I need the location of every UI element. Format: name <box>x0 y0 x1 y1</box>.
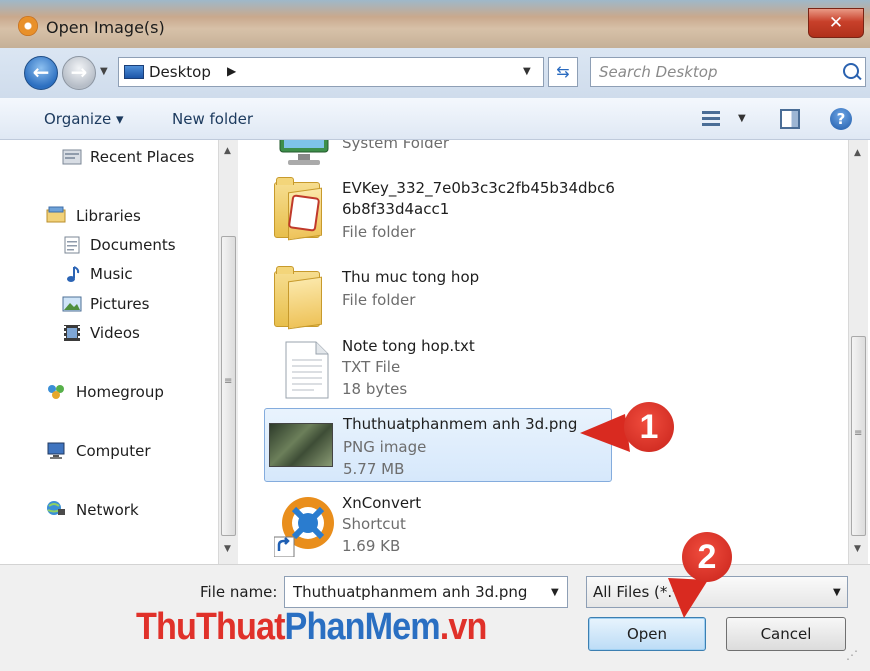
file-type: File folder <box>342 291 416 309</box>
file-list[interactable]: System Folder EVKey_332_7e0b3c3c2fb45b34… <box>260 140 848 564</box>
scroll-grip-icon: ≡ <box>224 376 233 387</box>
text-file-icon <box>284 340 330 400</box>
nav-item-homegroup[interactable]: Homegroup <box>76 383 164 401</box>
nav-item-computer[interactable]: Computer <box>76 442 151 460</box>
music-icon <box>62 265 82 283</box>
scroll-grip-icon: ≡ <box>854 428 863 439</box>
new-folder-button[interactable]: New folder <box>172 110 253 128</box>
computer-icon <box>46 442 66 460</box>
scroll-down-icon[interactable]: ▼ <box>224 544 231 554</box>
documents-icon <box>62 236 82 254</box>
list-item[interactable]: Note tong hop.txt TXT File 18 bytes <box>266 336 612 406</box>
file-name: Thu muc tong hop <box>342 268 480 286</box>
libraries-icon <box>46 206 66 224</box>
desktop-icon <box>124 65 144 79</box>
file-name: Note tong hop.txt <box>342 337 475 355</box>
change-view-icon[interactable] <box>702 110 720 128</box>
file-name: XnConvert <box>342 494 422 512</box>
back-button[interactable]: ← <box>24 56 58 90</box>
cancel-button[interactable]: Cancel <box>726 617 846 651</box>
xnconvert-icon <box>273 493 338 558</box>
nav-item-videos[interactable]: Videos <box>90 324 140 342</box>
file-type: PNG image <box>343 438 427 456</box>
nav-item-documents[interactable]: Documents <box>90 236 176 254</box>
computer-icon <box>274 140 334 168</box>
recent-places-icon <box>62 148 82 166</box>
title-bar[interactable]: Open Image(s) <box>0 0 870 48</box>
list-item[interactable]: EVKey_332_7e0b3c3c2fb45b34dbc6 6b8f33d4a… <box>266 177 615 248</box>
open-button[interactable]: Open <box>588 617 706 651</box>
callout-badge-1: 1 <box>624 402 674 452</box>
forward-button[interactable]: → <box>62 56 96 90</box>
window-title: Open Image(s) <box>46 18 165 37</box>
preview-pane-icon[interactable] <box>780 109 800 129</box>
app-icon <box>18 16 38 36</box>
navigation-pane: Recent Places Libraries Documents Music … <box>0 140 238 564</box>
address-bar[interactable]: Desktop ▶ ▼ <box>118 57 544 87</box>
list-item[interactable]: System Folder <box>266 140 612 180</box>
folder-icon <box>274 266 322 330</box>
image-thumbnail-icon <box>269 423 333 467</box>
organize-button[interactable]: Organize ▾ <box>44 110 124 128</box>
nav-item-music[interactable]: Music <box>90 265 133 283</box>
file-name-input[interactable] <box>291 582 545 602</box>
nav-item-pictures[interactable]: Pictures <box>90 295 149 313</box>
view-dropdown-icon[interactable]: ▼ <box>738 113 746 124</box>
refresh-button[interactable]: ⇆ <box>548 57 578 87</box>
nav-item-libraries[interactable]: Libraries <box>76 207 141 225</box>
file-name-combo[interactable]: ▼ <box>284 576 568 608</box>
scroll-up-icon[interactable]: ▲ <box>854 148 861 158</box>
list-item-selected[interactable]: Thuthuatphanmem anh 3d.png PNG image 5.7… <box>264 408 612 482</box>
recent-locations-dropdown-icon[interactable]: ▼ <box>100 66 108 77</box>
file-type: System Folder <box>342 140 450 152</box>
list-item[interactable]: Thu muc tong hop File folder <box>266 266 612 337</box>
file-name: EVKey_332_7e0b3c3c2fb45b34dbc6 6b8f33d4a… <box>342 179 615 218</box>
watermark-logo: ThuThuatPhanMem.vn <box>136 606 487 648</box>
filter-dropdown-icon[interactable]: ▼ <box>833 587 841 598</box>
file-type: TXT File <box>342 358 401 376</box>
file-name-dropdown-icon[interactable]: ▼ <box>551 587 559 598</box>
callout-badge-2: 2 <box>682 532 732 582</box>
network-icon <box>46 500 66 518</box>
file-name-label: File name: <box>200 583 278 601</box>
scroll-up-icon[interactable]: ▲ <box>224 146 231 156</box>
nav-item-network[interactable]: Network <box>76 501 139 519</box>
file-name: Thuthuatphanmem anh 3d.png <box>343 415 578 433</box>
search-box[interactable] <box>590 57 866 87</box>
resize-grip-icon[interactable]: ⋰ <box>846 648 858 662</box>
search-input[interactable] <box>597 62 841 82</box>
close-button[interactable]: ✕ <box>808 8 864 38</box>
help-icon[interactable]: ? <box>830 108 852 130</box>
address-location[interactable]: Desktop <box>149 63 211 81</box>
scroll-down-icon[interactable]: ▼ <box>854 544 861 554</box>
file-list-scrollbar[interactable]: ▲ ≡ ▼ <box>848 140 868 564</box>
search-icon[interactable] <box>843 63 859 79</box>
pictures-icon <box>62 295 82 313</box>
list-item[interactable]: XnConvert Shortcut 1.69 KB <box>266 493 612 563</box>
address-dropdown-icon[interactable]: ▼ <box>523 66 531 77</box>
videos-icon <box>62 324 82 342</box>
file-size: 5.77 MB <box>343 460 405 478</box>
nav-scrollbar[interactable]: ▲ ≡ ▼ <box>218 140 238 564</box>
breadcrumb-separator-icon[interactable]: ▶ <box>227 64 236 78</box>
file-size: 18 bytes <box>342 380 408 398</box>
file-type: Shortcut <box>342 515 406 533</box>
homegroup-icon <box>46 383 66 401</box>
file-type: File folder <box>342 223 416 241</box>
nav-item-recent-places[interactable]: Recent Places <box>90 148 194 166</box>
file-size: 1.69 KB <box>342 537 401 555</box>
folder-icon <box>274 177 322 241</box>
